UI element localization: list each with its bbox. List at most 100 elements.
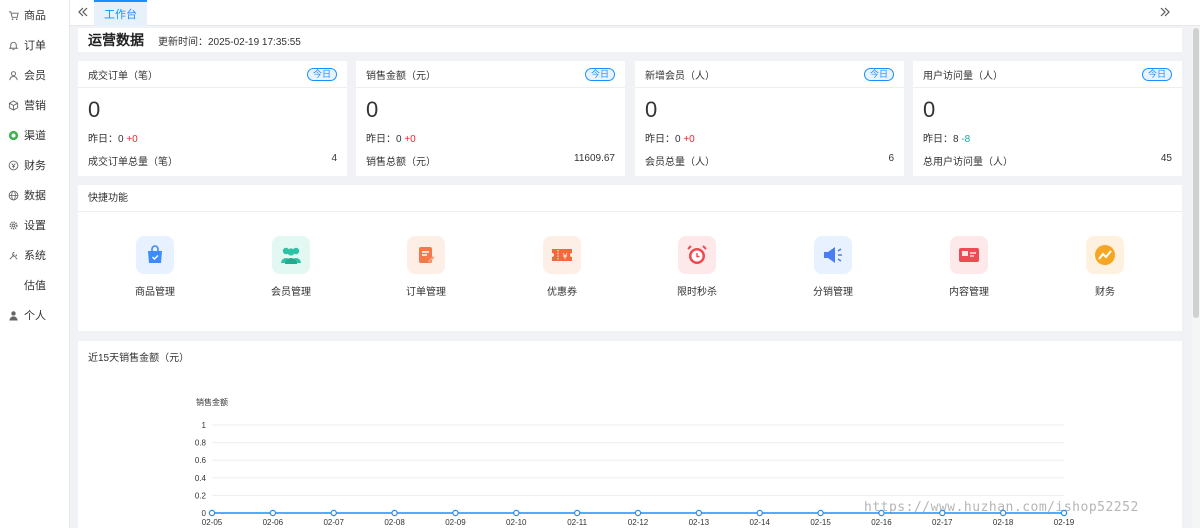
x-tick-label: 02-05 <box>202 518 223 527</box>
y-tick-label: 0.2 <box>195 491 207 500</box>
svg-text:¥: ¥ <box>562 252 567 261</box>
stat-title: 用户访问量（人） <box>923 70 1003 82</box>
x-tick-label: 02-12 <box>628 518 649 527</box>
sidebar-item-personal[interactable]: 个人 <box>0 300 69 330</box>
sidebar-item-label: 渠道 <box>24 130 46 142</box>
quick-item-label: 会员管理 <box>271 287 311 298</box>
quick-functions-title: 快捷功能 <box>78 185 1182 212</box>
x-tick-label: 02-13 <box>689 518 710 527</box>
yesterday-label: 昨日： <box>88 134 118 145</box>
quick-item-distribution[interactable]: 分销管理 <box>788 236 878 298</box>
quick-item-goods[interactable]: 商品管理 <box>110 236 200 298</box>
stat-title: 新增会员（人） <box>645 70 715 82</box>
sidebar-item-settings[interactable]: 设置 <box>0 210 69 240</box>
y-tick-label: 0.8 <box>195 439 207 448</box>
x-tick-label: 02-10 <box>506 518 527 527</box>
y-tick-label: 0 <box>202 509 207 518</box>
scrollbar-thumb[interactable] <box>1193 28 1199 318</box>
today-badge: 今日 <box>584 67 615 81</box>
stat-title: 成交订单（笔） <box>88 70 158 82</box>
quick-item-members[interactable]: 会员管理 <box>246 236 336 298</box>
double-chevron-left-icon[interactable] <box>76 5 90 19</box>
stat-yesterday: 昨日：0 +0 <box>78 126 347 148</box>
stat-card-sales: 销售金额（元） 今日 0 昨日：0 +0 销售总额（元） 11609.67 <box>356 61 625 176</box>
y-tick-label: 0.4 <box>195 474 207 483</box>
data-point <box>634 509 642 517</box>
sidebar-item-finance[interactable]: 财务 <box>0 150 69 180</box>
user-icon <box>8 70 19 81</box>
x-tick-label: 02-16 <box>871 518 892 527</box>
double-chevron-right-icon[interactable] <box>1158 5 1172 19</box>
sidebar-item-label: 设置 <box>24 220 46 232</box>
quick-item-finance[interactable]: 财务 <box>1060 236 1150 298</box>
page-title: 运营数据 <box>88 32 144 48</box>
sidebar-item-valuation[interactable]: 估值 <box>0 270 69 300</box>
bell-icon <box>8 40 19 51</box>
x-tick-label: 02-14 <box>749 518 770 527</box>
coupon-icon: ¥ <box>543 236 581 274</box>
data-point <box>756 509 763 517</box>
quick-item-label: 订单管理 <box>406 287 446 298</box>
vertical-scrollbar[interactable] <box>1192 26 1200 528</box>
sidebar-item-marketing[interactable]: 营销 <box>0 90 69 120</box>
data-point <box>391 509 398 517</box>
quick-item-orders[interactable]: 订单管理 <box>381 236 471 298</box>
alarm-clock-icon <box>678 236 716 274</box>
data-point <box>513 509 520 517</box>
yesterday-value: 8 <box>953 134 959 145</box>
today-badge: 今日 <box>863 67 894 81</box>
sidebar-item-label: 数据 <box>24 190 46 202</box>
sidebar-item-label: 估值 <box>24 280 46 292</box>
watermark-text: https://www.huzhan.com/ishop52252 <box>864 500 1139 515</box>
sidebar-item-system[interactable]: 系统 <box>0 240 69 270</box>
stat-yesterday: 昨日：8 -8 <box>913 126 1182 148</box>
sidebar-item-label: 商品 <box>24 10 46 22</box>
stat-card-visits: 用户访问量（人） 今日 0 昨日：8 -8 总用户访问量（人） 45 <box>913 61 1182 176</box>
stat-card-new-members: 新增会员（人） 今日 0 昨日：0 +0 会员总量（人） 6 <box>635 61 904 176</box>
quick-item-label: 财务 <box>1095 287 1115 298</box>
total-label: 会员总量（人） <box>645 157 715 168</box>
stat-value: 0 <box>645 97 658 122</box>
change-value: +0 <box>683 134 695 145</box>
data-point <box>208 509 216 517</box>
update-time: 更新时间：2025-02-19 17:35:55 <box>158 36 301 48</box>
stat-title: 销售金额（元） <box>366 70 436 82</box>
change-value: +0 <box>126 134 138 145</box>
yesterday-label: 昨日： <box>923 134 953 145</box>
quick-item-coupons[interactable]: ¥ 优惠券 <box>517 236 607 298</box>
total-value: 11609.67 <box>574 153 615 164</box>
megaphone-icon <box>814 236 852 274</box>
yesterday-label: 昨日： <box>366 134 396 145</box>
total-value: 6 <box>888 153 894 164</box>
y-axis-label: 销售金额 <box>196 397 228 407</box>
sidebar-item-orders[interactable]: 订单 <box>0 30 69 60</box>
sidebar-item-data[interactable]: 数据 <box>0 180 69 210</box>
quick-item-flash-sale[interactable]: 限时秒杀 <box>652 236 742 298</box>
data-point <box>573 509 581 517</box>
quick-item-label: 优惠券 <box>547 287 577 298</box>
x-tick-label: 02-06 <box>263 518 284 527</box>
sidebar-item-label: 营销 <box>24 100 46 112</box>
sidebar-item-channel[interactable]: 渠道 <box>0 120 69 150</box>
quick-item-label: 限时秒杀 <box>677 287 717 298</box>
person-icon <box>8 310 19 321</box>
tab-workbench[interactable]: 工作台 <box>94 0 147 26</box>
total-label: 成交订单总量（笔） <box>88 157 178 168</box>
sidebar-item-members[interactable]: 会员 <box>0 60 69 90</box>
sidebar: 商品 订单 会员 营销 渠道 财务 数据 设置 系统 估值 个人 <box>0 0 70 528</box>
yesterday-label: 昨日： <box>645 134 675 145</box>
total-value: 45 <box>1160 153 1172 164</box>
trend-icon <box>1086 236 1124 274</box>
quick-item-content[interactable]: 内容管理 <box>924 236 1014 298</box>
sidebar-item-label: 会员 <box>24 70 46 82</box>
today-badge: 今日 <box>306 67 337 81</box>
data-point <box>817 509 824 517</box>
data-point <box>695 509 703 517</box>
channel-icon <box>8 130 19 141</box>
y-tick-label: 0.6 <box>195 456 207 465</box>
box-icon <box>8 99 19 111</box>
operations-header: 运营数据 更新时间：2025-02-19 17:35:55 <box>78 28 1182 52</box>
x-tick-label: 02-18 <box>993 518 1014 527</box>
stat-value: 0 <box>88 97 101 122</box>
sidebar-item-goods[interactable]: 商品 <box>0 0 69 30</box>
